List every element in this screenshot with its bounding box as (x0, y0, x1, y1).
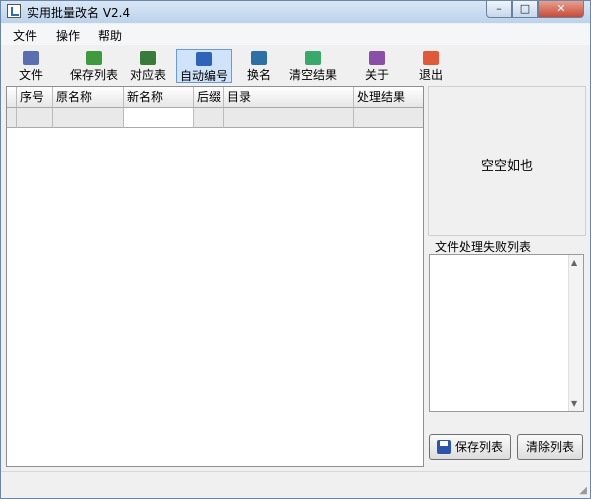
file-button[interactable]: 文件 (13, 49, 49, 83)
title-bar[interactable]: 实用批量改名 V2.4 – □ ✕ (1, 1, 590, 23)
toolbar: 文件 保存列表 对应表 自动编号 换名 清空结果 关于 退出 (1, 46, 590, 84)
grid-header: 序号 原名称 新名称 后缀 目录 处理结果 (7, 87, 423, 108)
status-bar: ◢ (1, 471, 590, 498)
exit-button[interactable]: 退出 (413, 49, 449, 83)
close-button[interactable]: ✕ (538, 1, 584, 18)
auto-number-button[interactable]: 自动编号 (176, 49, 232, 83)
resize-grip-icon[interactable]: ◢ (579, 485, 587, 496)
column-header-new-name[interactable]: 新名称 (124, 87, 194, 107)
cell-original-name[interactable] (53, 108, 124, 128)
rename-label: 换名 (246, 68, 271, 82)
clear-results-icon (305, 51, 321, 65)
empty-message: 空空如也 (480, 159, 533, 174)
table-row[interactable] (7, 108, 423, 128)
file-folder-icon (23, 51, 39, 65)
minimize-button[interactable]: – (486, 1, 512, 18)
menu-operate[interactable]: 操作 (56, 27, 80, 44)
auto-number-label: 自动编号 (179, 69, 228, 83)
column-header-directory[interactable]: 目录 (224, 87, 354, 107)
save-fail-list-label: 保存列表 (454, 440, 503, 454)
cell-result[interactable] (354, 108, 423, 128)
exit-label: 退出 (418, 68, 443, 82)
fail-list-title: 文件处理失败列表 (435, 240, 532, 254)
auto-number-icon (196, 52, 212, 66)
mapping-table-button[interactable]: 对应表 (127, 49, 169, 83)
file-button-label: 文件 (18, 68, 43, 82)
hammer-icon (251, 51, 267, 65)
cell-index[interactable] (17, 108, 53, 128)
file-grid[interactable]: 序号 原名称 新名称 后缀 目录 处理结果 (6, 86, 424, 467)
scroll-down-icon[interactable]: ▼ (571, 399, 577, 408)
save-list-icon (86, 51, 102, 65)
mapping-table-label: 对应表 (129, 68, 166, 82)
save-fail-list-button[interactable]: 保存列表 (429, 434, 511, 460)
column-header-index[interactable]: 序号 (17, 87, 53, 107)
mapping-table-icon (140, 51, 156, 65)
info-panel: 空空如也 (428, 86, 586, 236)
menu-help[interactable]: 帮助 (98, 27, 122, 44)
clear-fail-list-button[interactable]: 清除列表 (517, 434, 583, 460)
app-icon (7, 4, 21, 18)
row-header-corner (7, 87, 17, 107)
book-icon (369, 51, 385, 65)
cell-directory[interactable] (224, 108, 354, 128)
exit-icon (423, 51, 439, 65)
fail-list[interactable]: ▲ ▼ (429, 254, 584, 412)
rename-button[interactable]: 换名 (241, 49, 277, 83)
menu-bar: 文件 操作 帮助 (1, 24, 590, 45)
floppy-disk-icon (436, 440, 451, 454)
window-title: 实用批量改名 V2.4 (27, 6, 131, 20)
column-header-original-name[interactable]: 原名称 (53, 87, 124, 107)
row-selector[interactable] (7, 108, 17, 128)
main-window: 实用批量改名 V2.4 – □ ✕ 文件 操作 帮助 文件 保存列表 对应表 自… (0, 0, 591, 499)
clear-results-button[interactable]: 清空结果 (285, 49, 341, 83)
column-header-suffix[interactable]: 后缀 (194, 87, 224, 107)
fail-list-scrollbar[interactable]: ▲ ▼ (568, 255, 583, 411)
scroll-up-icon[interactable]: ▲ (571, 258, 577, 267)
menu-file[interactable]: 文件 (13, 27, 37, 44)
cell-suffix[interactable] (194, 108, 224, 128)
save-list-button[interactable]: 保存列表 (67, 49, 121, 83)
about-button[interactable]: 关于 (359, 49, 395, 83)
cell-new-name[interactable] (124, 108, 194, 128)
clear-results-label: 清空结果 (288, 68, 337, 82)
maximize-button[interactable]: □ (512, 1, 538, 18)
column-header-result[interactable]: 处理结果 (354, 87, 423, 107)
about-label: 关于 (364, 68, 389, 82)
save-list-label: 保存列表 (69, 68, 118, 82)
